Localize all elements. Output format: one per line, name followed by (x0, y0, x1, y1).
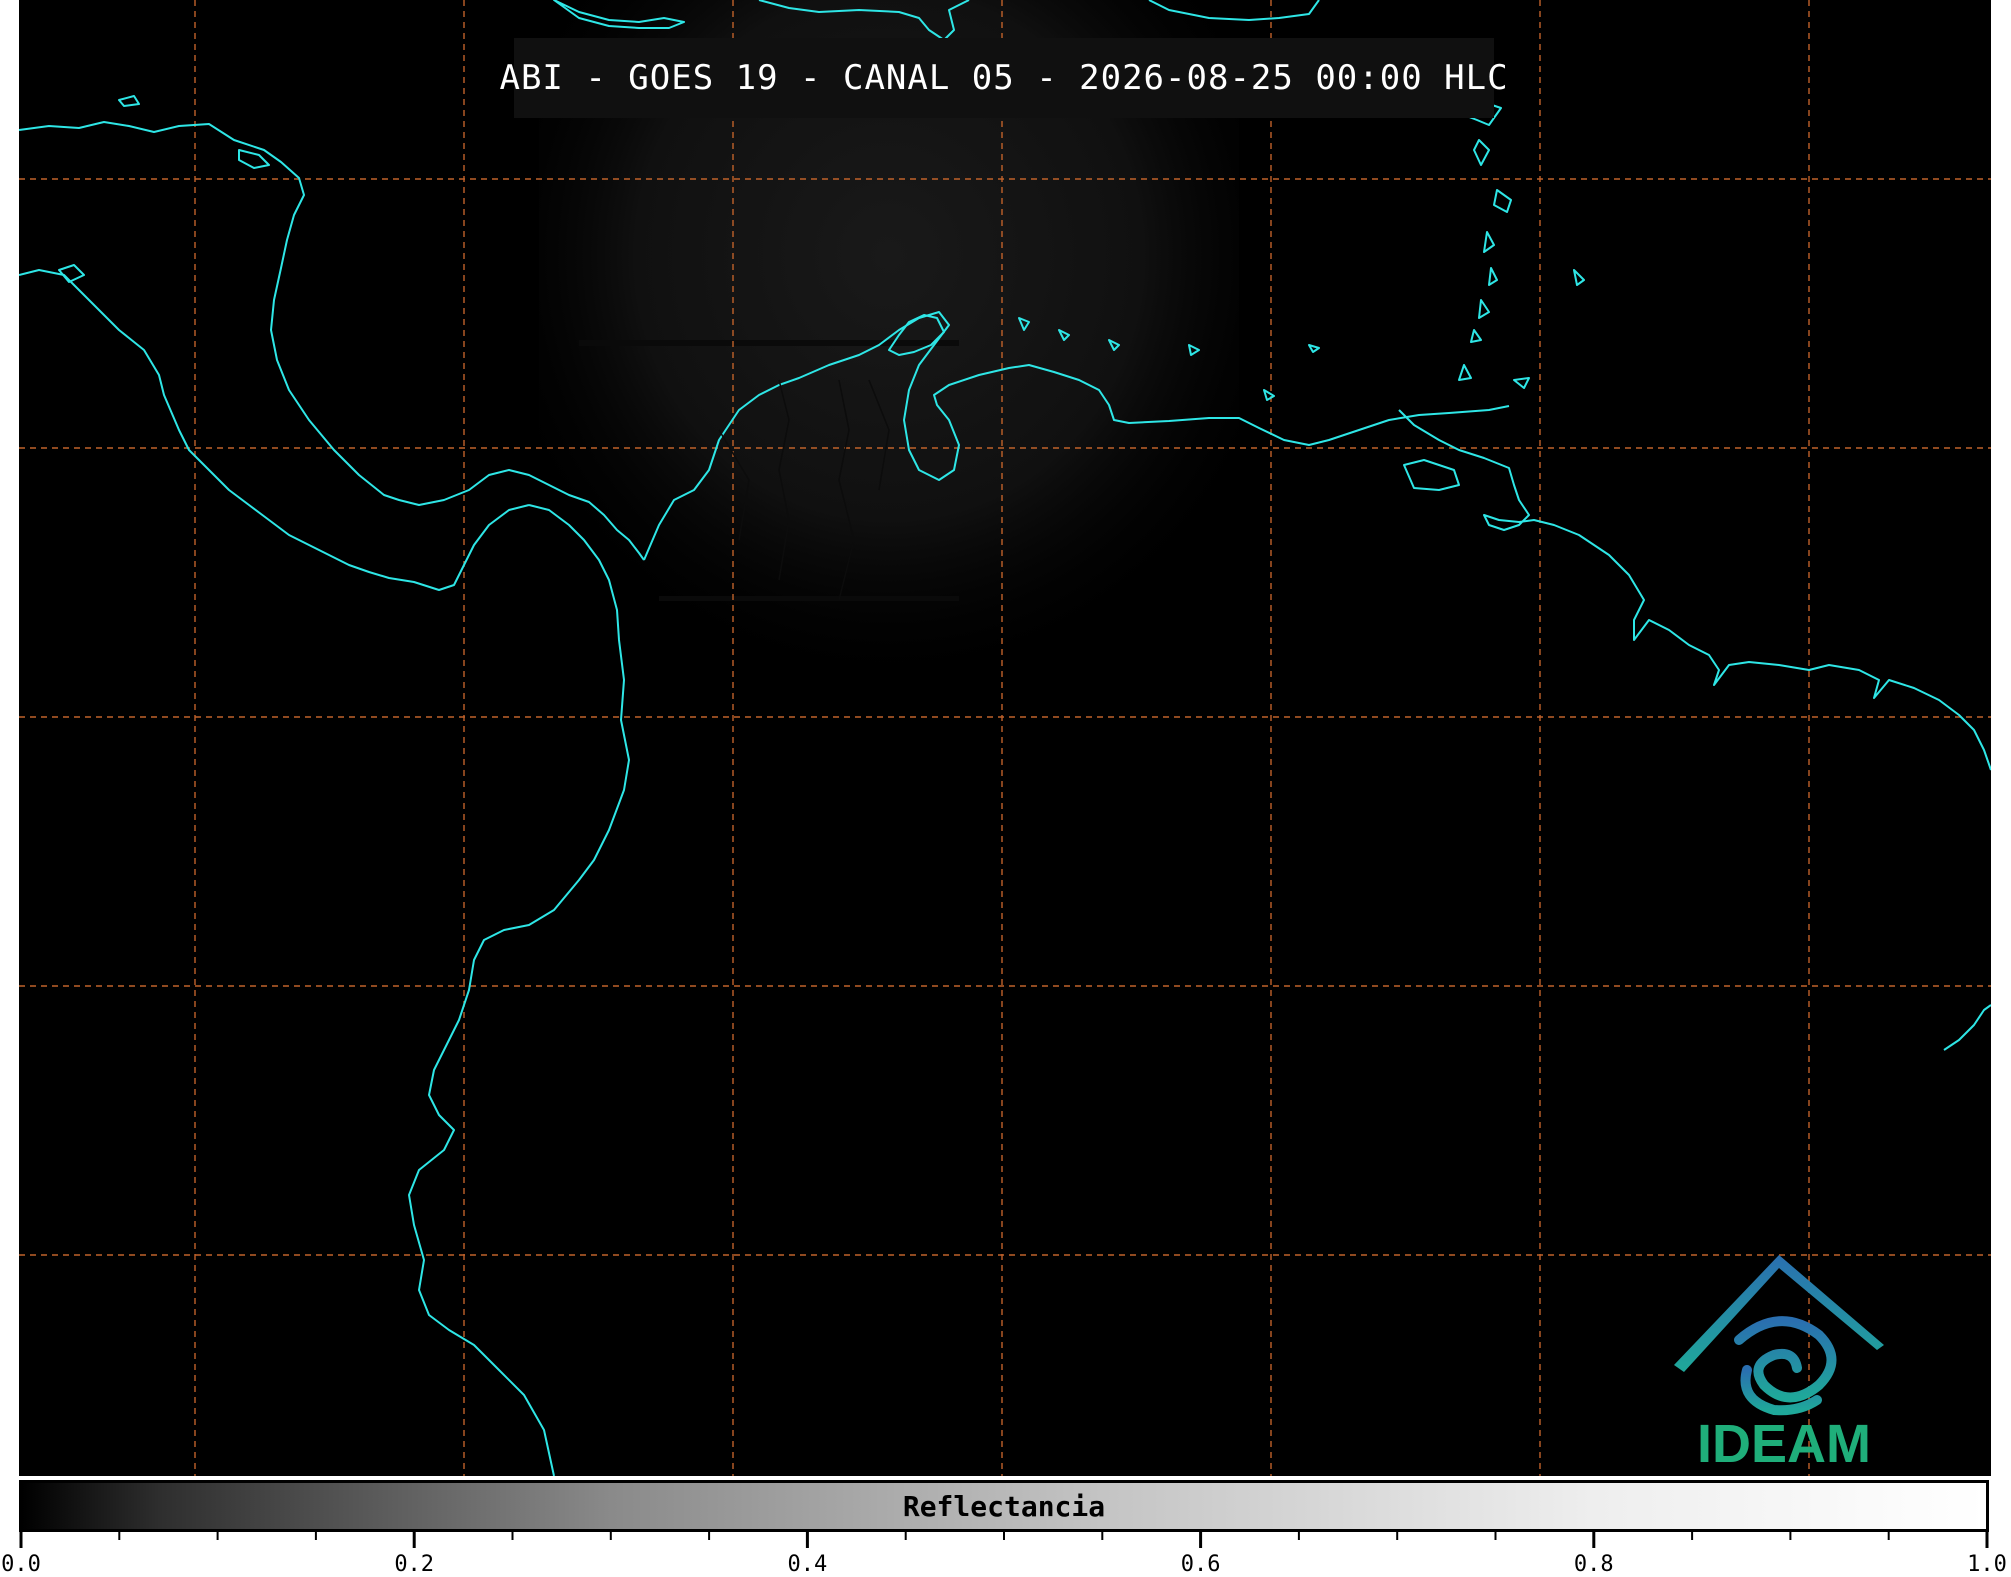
colorbar-tick-label: 1.0 (1967, 1552, 2007, 1577)
coastline-venezuela (1398, 409, 1991, 771)
colorbar-tick-label: 0.8 (1573, 1552, 1614, 1577)
ideam-logo-text: IDEAM (1697, 1414, 1871, 1474)
colorbar-label: Reflectancia (902, 1489, 1106, 1523)
colorbar: Reflectancia (19, 1480, 1989, 1532)
title-box: ABI - GOES 19 - CANAL 05 - 2026-08-25 00… (499, 38, 1508, 118)
colorbar-ticks (19, 1530, 1989, 1548)
colorbar-tick-label: 0.4 (787, 1552, 828, 1577)
colorbar-tick-label: 0.0 (1, 1552, 41, 1577)
scan-line-artifact (579, 340, 959, 346)
colorbar-tick-label: 0.6 (1180, 1552, 1221, 1577)
colorbar-tick-label: 0.2 (394, 1552, 435, 1577)
coastline-yucatan-islands (58, 95, 270, 283)
ideam-swirl-icon (1734, 1316, 1837, 1416)
coastline-lesser-antilles (1458, 103, 1512, 381)
map-title: ABI - GOES 19 - CANAL 05 - 2026-08-25 00… (499, 58, 1509, 98)
coastline-central-america-pacific (19, 269, 530, 591)
scan-line-artifact (659, 596, 959, 601)
satellite-image-panel: IDEAM (19, 0, 1991, 1476)
ideam-logo: IDEAM (1674, 1255, 1884, 1474)
